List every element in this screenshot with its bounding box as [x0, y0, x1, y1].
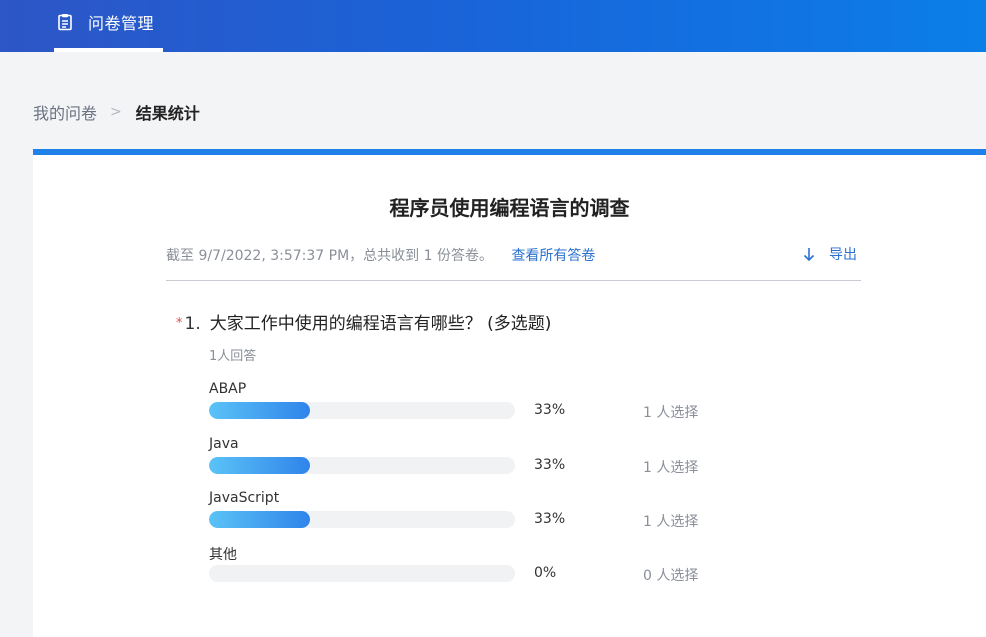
view-all-responses-link[interactable]: 查看所有答卷: [511, 248, 595, 264]
option-percent: 33%: [534, 402, 566, 418]
option-label: ABAP: [209, 381, 247, 397]
option-count: 1 人选择: [643, 405, 699, 421]
required-mark: *: [176, 316, 183, 331]
option-percent: 33%: [534, 511, 566, 527]
option-percent: 0%: [534, 565, 557, 581]
question-title: * 1. 大家工作中使用的编程语言有哪些？ (多选题): [176, 309, 551, 334]
question-number: 1.: [184, 314, 201, 334]
option-bar-track: [209, 511, 515, 528]
export-button[interactable]: 导出: [801, 244, 857, 264]
breadcrumb-current: 结果统计: [135, 104, 200, 123]
option-bar-track: [209, 402, 515, 419]
breadcrumb-my-surveys[interactable]: 我的问卷: [33, 100, 97, 124]
export-label: 导出: [829, 247, 857, 263]
survey-meta-text: 截至 9/7/2022, 3:57:37 PM，总共收到 1 份答卷。: [166, 248, 493, 264]
option-row: 其他 0% 0 人选择: [209, 544, 729, 592]
option-bar-track: [209, 565, 515, 582]
question-text: 大家工作中使用的编程语言有哪些？ (多选题): [209, 314, 552, 334]
option-row: ABAP 33% 1 人选择: [209, 381, 729, 429]
option-bar-fill: [209, 511, 310, 528]
clipboard-icon: [58, 14, 72, 31]
option-count: 0 人选择: [643, 568, 699, 584]
tab-survey-management[interactable]: 问卷管理: [54, 0, 163, 52]
breadcrumb-separator: >: [110, 104, 122, 120]
option-bar-fill: [209, 457, 310, 474]
download-arrow-icon: [803, 248, 815, 262]
tab-label: 问卷管理: [88, 14, 155, 33]
option-row: Java 33% 1 人选择: [209, 436, 729, 484]
option-row: JavaScript 33% 1 人选择: [209, 490, 729, 538]
option-bar-fill: [209, 402, 310, 419]
results-card: 程序员使用编程语言的调查 截至 9/7/2022, 3:57:37 PM，总共收…: [33, 149, 986, 637]
option-bar-track: [209, 457, 515, 474]
option-label: JavaScript: [209, 490, 280, 506]
option-percent: 33%: [534, 457, 566, 473]
option-label: Java: [209, 436, 239, 452]
breadcrumb: 我的问卷 > 结果统计: [33, 100, 200, 124]
option-label: 其他: [209, 547, 237, 563]
tab-active-indicator: [54, 48, 163, 52]
survey-title: 程序员使用编程语言的调查: [389, 196, 630, 220]
top-nav-bar: 问卷管理: [0, 0, 986, 52]
divider: [166, 280, 861, 281]
option-count: 1 人选择: [643, 460, 699, 476]
option-count: 1 人选择: [643, 514, 699, 530]
answer-count: 1人回答: [209, 349, 257, 364]
survey-meta: 截至 9/7/2022, 3:57:37 PM，总共收到 1 份答卷。 查看所有…: [166, 245, 595, 265]
